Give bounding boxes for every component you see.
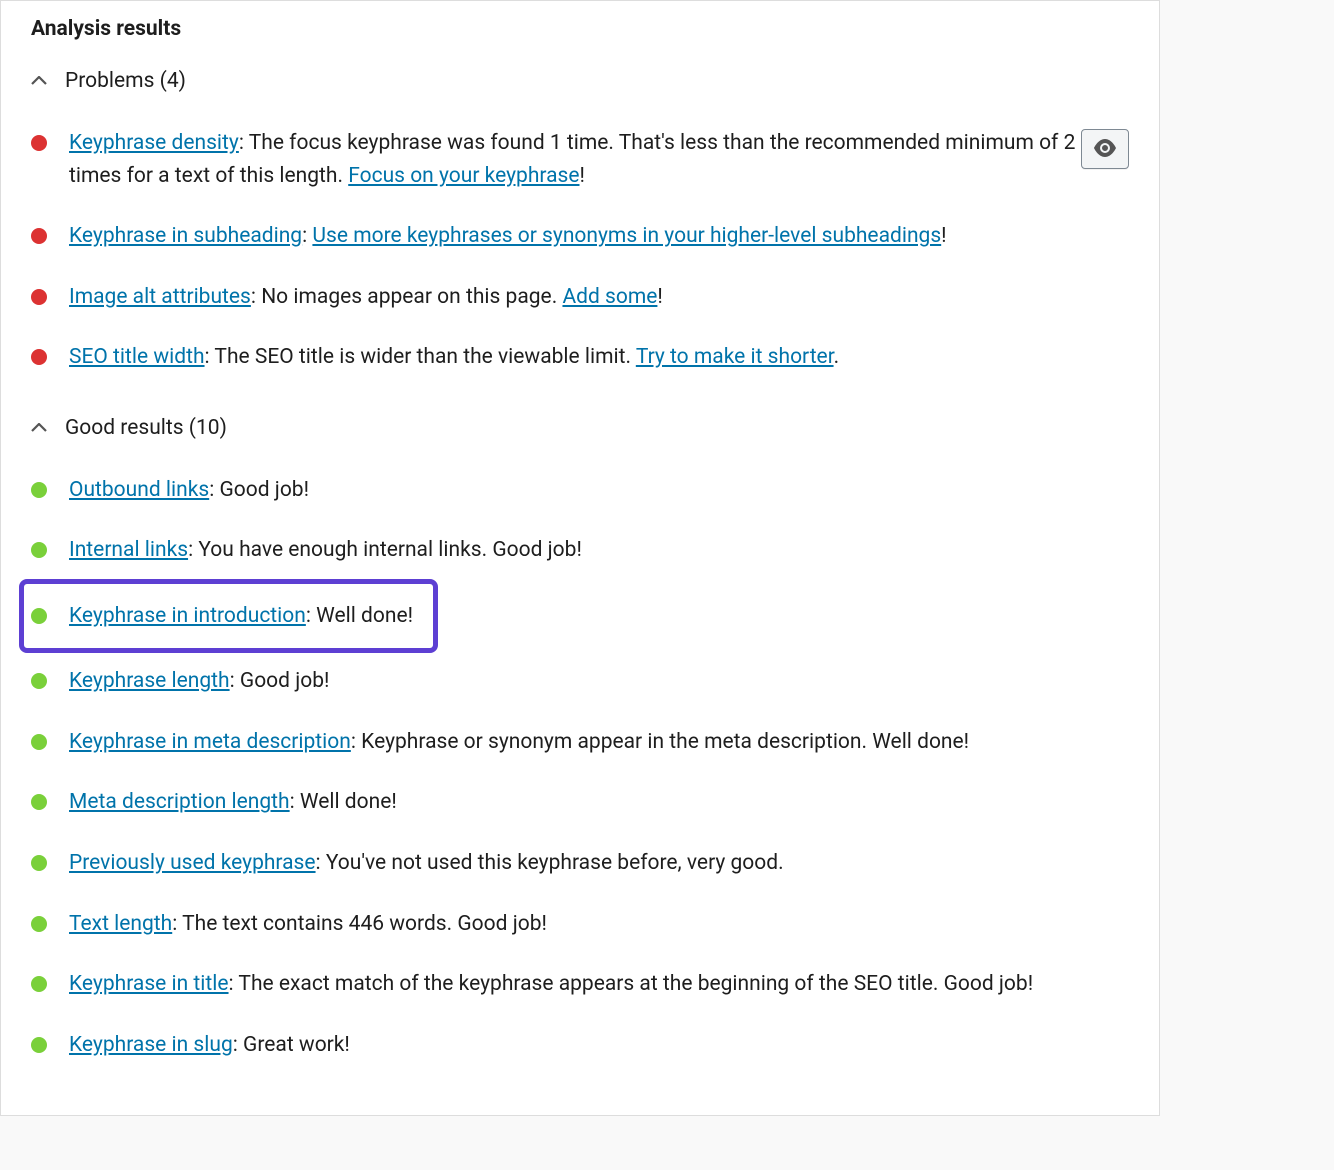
result-link[interactable]: Keyphrase in slug <box>69 1033 233 1057</box>
result-text: Keyphrase in slug: Great work! <box>69 1029 1129 1062</box>
result-action-link[interactable]: Use more keyphrases or synonyms in your … <box>312 224 941 248</box>
result-text: Keyphrase density: The focus keyphrase w… <box>69 127 1129 192</box>
problems-section-label: Problems (4) <box>65 69 186 93</box>
result-link[interactable]: Keyphrase in meta description <box>69 730 351 754</box>
result-link[interactable]: Keyphrase length <box>69 669 230 693</box>
status-bullet-green <box>31 673 47 689</box>
result-item: Internal links: You have enough internal… <box>31 520 1129 581</box>
result-link[interactable]: Internal links <box>69 538 188 562</box>
status-bullet-red <box>31 289 47 305</box>
chevron-up-icon <box>31 73 47 89</box>
result-text: Image alt attributes: No images appear o… <box>69 281 1129 314</box>
result-link[interactable]: Keyphrase density <box>69 131 239 155</box>
status-bullet-red <box>31 349 47 365</box>
result-action-link[interactable]: Try to make it shorter <box>636 345 834 369</box>
status-bullet-green <box>31 542 47 558</box>
status-bullet-green <box>31 794 47 810</box>
analysis-results-panel: Analysis results Problems (4) Keyphrase … <box>0 0 1160 1116</box>
result-link[interactable]: Outbound links <box>69 478 209 502</box>
result-text: Keyphrase in title: The exact match of t… <box>69 968 1129 1001</box>
eye-icon <box>1093 139 1117 160</box>
good-results-list: Outbound links: Good job! Internal links… <box>31 460 1129 1075</box>
result-action-link[interactable]: Add some <box>562 285 657 309</box>
status-bullet-green <box>31 976 47 992</box>
result-item: Previously used keyphrase: You've not us… <box>31 833 1129 894</box>
problems-section-toggle[interactable]: Problems (4) <box>31 69 1129 93</box>
result-text: Keyphrase length: Good job! <box>69 665 1129 698</box>
result-link[interactable]: Image alt attributes <box>69 285 251 309</box>
result-item: Text length: The text contains 446 words… <box>31 894 1129 955</box>
status-bullet-green <box>31 734 47 750</box>
result-text: Keyphrase in subheading: Use more keyphr… <box>69 220 1129 253</box>
good-results-section-toggle[interactable]: Good results (10) <box>31 416 1129 440</box>
chevron-up-icon <box>31 420 47 436</box>
result-text: SEO title width: The SEO title is wider … <box>69 341 1129 374</box>
status-bullet-red <box>31 135 47 151</box>
status-bullet-green <box>31 482 47 498</box>
result-text: Meta description length: Well done! <box>69 786 1129 819</box>
result-item: Image alt attributes: No images appear o… <box>31 267 1129 328</box>
good-results-section-label: Good results (10) <box>65 416 227 440</box>
result-item: Keyphrase in subheading: Use more keyphr… <box>31 206 1129 267</box>
result-item: Keyphrase in title: The exact match of t… <box>31 954 1129 1015</box>
result-link[interactable]: Keyphrase in introduction <box>69 604 306 628</box>
result-link[interactable]: Keyphrase in subheading <box>69 224 302 248</box>
result-item: Outbound links: Good job! <box>31 460 1129 521</box>
result-text: Keyphrase in meta description: Keyphrase… <box>69 726 1129 759</box>
status-bullet-green <box>31 608 47 624</box>
panel-title: Analysis results <box>31 17 1129 41</box>
result-link[interactable]: SEO title width <box>69 345 205 369</box>
result-text: Previously used keyphrase: You've not us… <box>69 847 1129 880</box>
status-bullet-green <box>31 855 47 871</box>
result-item: SEO title width: The SEO title is wider … <box>31 327 1129 388</box>
mark-button[interactable] <box>1081 129 1129 169</box>
problems-list: Keyphrase density: The focus keyphrase w… <box>31 113 1129 388</box>
result-text: Keyphrase in introduction: Well done! <box>69 600 413 633</box>
status-bullet-red <box>31 228 47 244</box>
result-item: Meta description length: Well done! <box>31 772 1129 833</box>
status-bullet-green <box>31 916 47 932</box>
result-text: Internal links: You have enough internal… <box>69 534 1129 567</box>
result-link[interactable]: Meta description length <box>69 790 290 814</box>
result-link[interactable]: Text length <box>69 912 172 936</box>
result-link[interactable]: Keyphrase in title <box>69 972 229 996</box>
result-item: Keyphrase in meta description: Keyphrase… <box>31 712 1129 773</box>
result-text: Outbound links: Good job! <box>69 474 1129 507</box>
result-item-highlighted: Keyphrase in introduction: Well done! <box>19 579 438 654</box>
status-bullet-green <box>31 1037 47 1053</box>
result-item: Keyphrase density: The focus keyphrase w… <box>31 113 1129 206</box>
result-item: Keyphrase length: Good job! <box>31 651 1129 712</box>
result-link[interactable]: Previously used keyphrase <box>69 851 316 875</box>
result-text: Text length: The text contains 446 words… <box>69 908 1129 941</box>
result-action-link[interactable]: Focus on your keyphrase <box>348 164 579 188</box>
result-item: Keyphrase in slug: Great work! <box>31 1015 1129 1076</box>
